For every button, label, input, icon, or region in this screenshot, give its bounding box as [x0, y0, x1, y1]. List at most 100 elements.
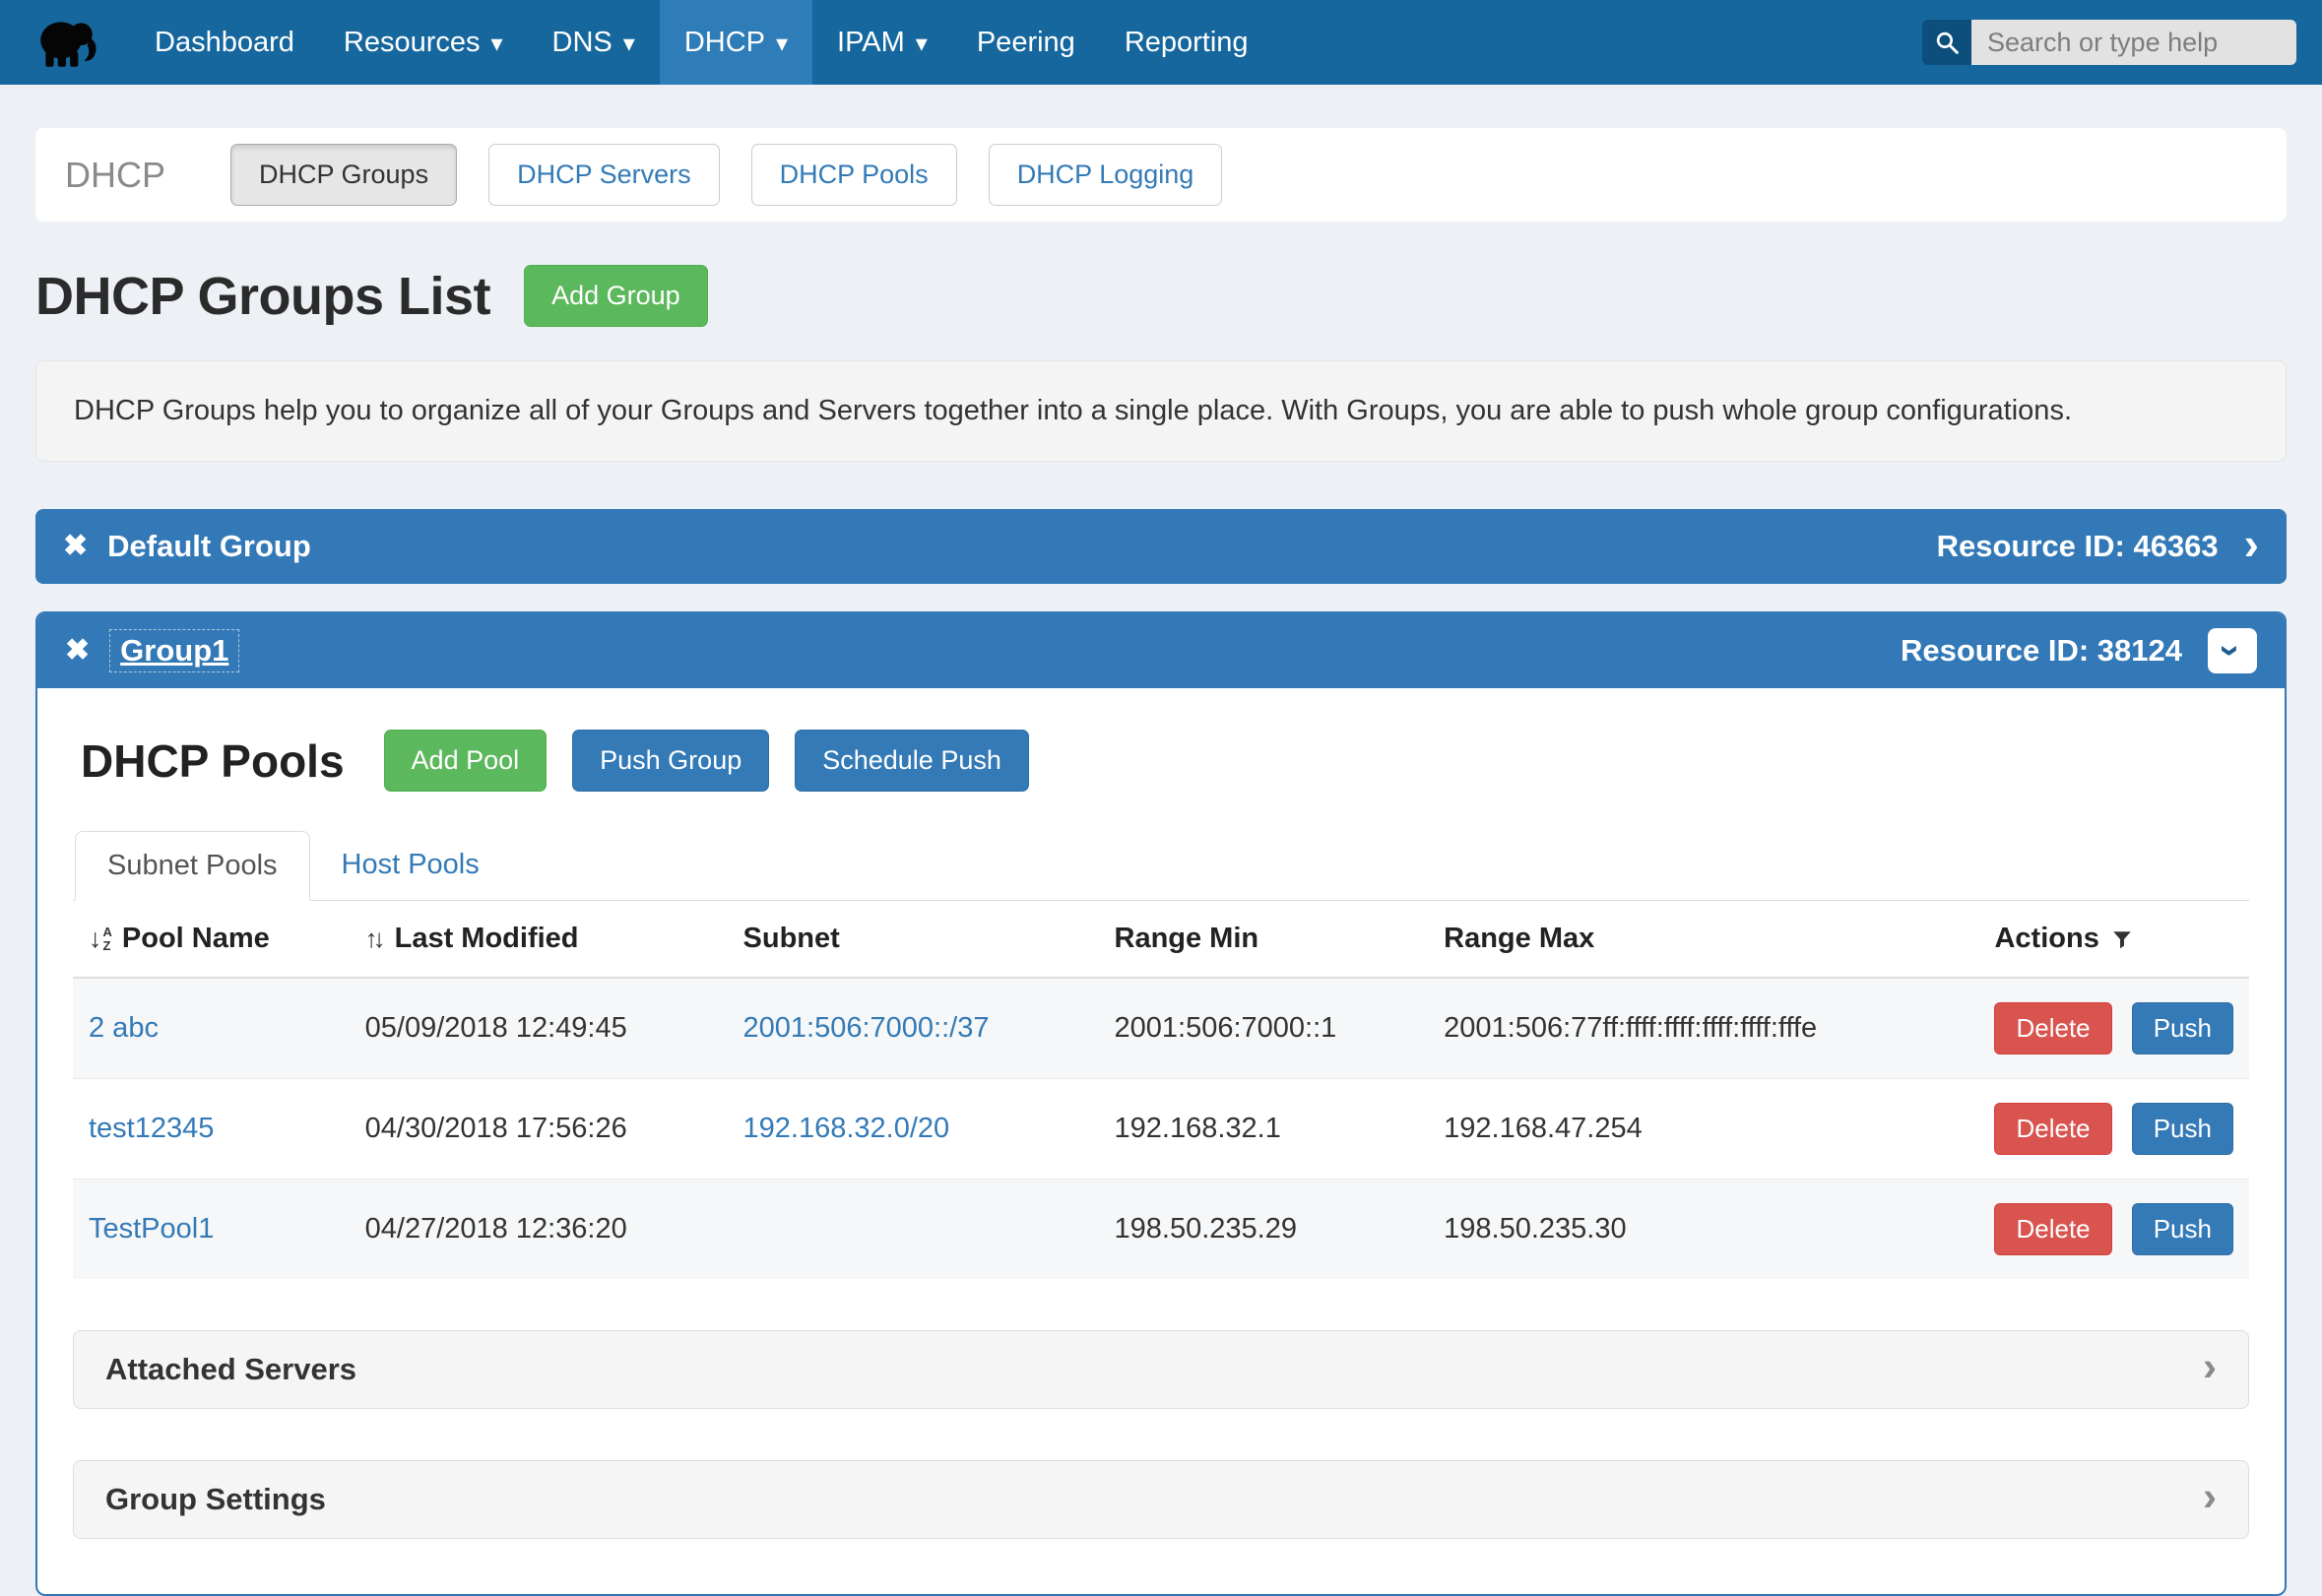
nav-item-label: IPAM	[837, 27, 905, 59]
caret-down-icon: ▾	[623, 32, 635, 56]
caret-down-icon: ▾	[491, 32, 503, 56]
col-label: Actions	[1994, 923, 2098, 954]
nav-item-resources[interactable]: Resources ▾	[319, 0, 528, 85]
attached-servers-accordion[interactable]: Attached Servers ›	[73, 1330, 2249, 1409]
pool-name-link[interactable]: 2 abc	[89, 1012, 159, 1044]
range-min-cell: 192.168.32.1	[1099, 1079, 1429, 1180]
brand-logo[interactable]	[32, 10, 102, 75]
nav-item-dns[interactable]: DNS ▾	[528, 0, 660, 85]
remove-group-icon[interactable]: ✖	[63, 532, 88, 561]
table-header-row: ↓ A Z Pool Name ↑↓ Last Modified Subnet	[73, 901, 2249, 978]
mammoth-logo-icon	[34, 14, 99, 71]
nav-item-peering[interactable]: Peering	[952, 0, 1100, 85]
sort-alpha-icon[interactable]: ↓ A Z	[89, 926, 112, 952]
delete-button[interactable]: Delete	[1994, 1203, 2111, 1255]
table-row: 2 abc 05/09/2018 12:49:45 2001:506:7000:…	[73, 978, 2249, 1079]
tab-subnet-pools[interactable]: Subnet Pools	[75, 831, 310, 901]
col-label: Subnet	[743, 923, 840, 954]
group-header-default-group[interactable]: ✖ Default Group Resource ID: 46363 ›	[35, 509, 2287, 584]
dhcp-subnav-card: DHCP DHCP Groups DHCP Servers DHCP Pools…	[35, 128, 2287, 222]
nav-item-reporting[interactable]: Reporting	[1100, 0, 1273, 85]
last-modified-cell: 05/09/2018 12:49:45	[350, 978, 728, 1079]
group-name-link[interactable]: Group1	[109, 629, 239, 672]
schedule-push-button[interactable]: Schedule Push	[795, 730, 1029, 792]
nav-item-dhcp[interactable]: DHCP ▾	[660, 0, 812, 85]
tab-host-pools[interactable]: Host Pools	[310, 831, 511, 901]
group-name: Default Group	[107, 529, 311, 564]
tab-dhcp-groups[interactable]: DHCP Groups	[230, 144, 457, 206]
collapse-toggle-button[interactable]: ›	[2208, 628, 2257, 673]
table-row: test12345 04/30/2018 17:56:26 192.168.32…	[73, 1079, 2249, 1180]
push-button[interactable]: Push	[2132, 1103, 2233, 1155]
last-modified-cell: 04/30/2018 17:56:26	[350, 1079, 728, 1180]
page-title: DHCP Groups List	[35, 266, 490, 327]
group1-panel-body: DHCP Pools Add Pool Push Group Schedule …	[37, 688, 2285, 1594]
group-header-group1[interactable]: ✖ Group1 Resource ID: 38124 ›	[37, 613, 2285, 688]
col-label: Last Modified	[395, 923, 579, 954]
pools-tabs: Subnet Pools Host Pools	[73, 831, 2249, 901]
nav-item-label: DHCP	[684, 27, 765, 59]
add-pool-button[interactable]: Add Pool	[384, 730, 548, 792]
col-actions: Actions	[1978, 901, 2249, 978]
subnet-pools-table: ↓ A Z Pool Name ↑↓ Last Modified Subnet	[73, 901, 2249, 1279]
table-row: TestPool1 04/27/2018 12:36:20 198.50.235…	[73, 1180, 2249, 1280]
search-input[interactable]	[1971, 20, 2296, 65]
delete-button[interactable]: Delete	[1994, 1002, 2111, 1054]
resource-id: Resource ID: 38124	[1901, 633, 2182, 669]
range-max-cell: 198.50.235.30	[1428, 1180, 1978, 1280]
resource-id-wrap: Resource ID: 46363 ›	[1937, 527, 2259, 566]
nav-item-dashboard[interactable]: Dashboard	[130, 0, 319, 85]
chevron-right-icon: ›	[2203, 1346, 2217, 1387]
tab-dhcp-logging[interactable]: DHCP Logging	[989, 144, 1223, 206]
group-settings-accordion[interactable]: Group Settings ›	[73, 1460, 2249, 1539]
subnet-link[interactable]: 192.168.32.0/20	[743, 1113, 950, 1144]
nav-item-label: Resources	[344, 27, 481, 59]
range-min-cell: 198.50.235.29	[1099, 1180, 1429, 1280]
page-content: DHCP DHCP Groups DHCP Servers DHCP Pools…	[0, 128, 2322, 1596]
filter-icon[interactable]	[2111, 928, 2133, 950]
col-label: Range Max	[1444, 923, 1594, 954]
pool-name-link[interactable]: test12345	[89, 1113, 214, 1144]
accordion-label: Group Settings	[105, 1482, 326, 1517]
col-subnet: Subnet	[728, 901, 1099, 978]
top-navbar: Dashboard Resources ▾ DNS ▾ DHCP ▾ IPAM …	[0, 0, 2322, 85]
description-panel: DHCP Groups help you to organize all of …	[35, 360, 2287, 462]
remove-group-icon[interactable]: ✖	[65, 636, 90, 666]
range-max-cell: 192.168.47.254	[1428, 1079, 1978, 1180]
nav-item-ipam[interactable]: IPAM ▾	[812, 0, 952, 85]
resource-id-wrap: Resource ID: 38124 ›	[1901, 628, 2257, 673]
caret-down-icon: ▾	[776, 32, 788, 56]
nav-item-label: Reporting	[1125, 27, 1249, 59]
col-range-max: Range Max	[1428, 901, 1978, 978]
col-last-modified[interactable]: ↑↓ Last Modified	[350, 901, 728, 978]
subnet-link[interactable]: 2001:506:7000::/37	[743, 1012, 990, 1044]
range-max-cell: 2001:506:77ff:ffff:ffff:ffff:ffff:fffe	[1428, 978, 1978, 1079]
chevron-right-icon[interactable]: ›	[2244, 521, 2259, 566]
resource-id: Resource ID: 46363	[1937, 529, 2219, 564]
search-icon	[1934, 30, 1961, 56]
sort-icon[interactable]: ↑↓	[365, 924, 381, 954]
col-pool-name[interactable]: ↓ A Z Pool Name	[73, 901, 350, 978]
add-group-button[interactable]: Add Group	[524, 265, 708, 327]
tab-dhcp-pools[interactable]: DHCP Pools	[751, 144, 957, 206]
pool-name-link[interactable]: TestPool1	[89, 1213, 214, 1245]
range-min-cell: 2001:506:7000::1	[1099, 978, 1429, 1079]
group-section-group1: ✖ Group1 Resource ID: 38124 › DHCP Pools…	[35, 611, 2287, 1596]
nav-item-label: DNS	[552, 27, 613, 59]
nav-item-label: Peering	[977, 27, 1075, 59]
push-group-button[interactable]: Push Group	[572, 730, 769, 792]
last-modified-cell: 04/27/2018 12:36:20	[350, 1180, 728, 1280]
section-label: DHCP	[65, 155, 165, 196]
tab-dhcp-servers[interactable]: DHCP Servers	[488, 144, 720, 206]
global-search	[1922, 20, 2296, 65]
description-text: DHCP Groups help you to organize all of …	[74, 395, 2072, 426]
push-button[interactable]: Push	[2132, 1203, 2233, 1255]
chevron-right-icon: ›	[2203, 1476, 2217, 1517]
search-button[interactable]	[1922, 20, 1971, 65]
delete-button[interactable]: Delete	[1994, 1103, 2111, 1155]
col-label: Range Min	[1115, 923, 1259, 954]
push-button[interactable]: Push	[2132, 1002, 2233, 1054]
title-row: DHCP Groups List Add Group	[35, 265, 2287, 327]
accordion-label: Attached Servers	[105, 1352, 356, 1387]
main-nav: Dashboard Resources ▾ DNS ▾ DHCP ▾ IPAM …	[130, 0, 1273, 85]
